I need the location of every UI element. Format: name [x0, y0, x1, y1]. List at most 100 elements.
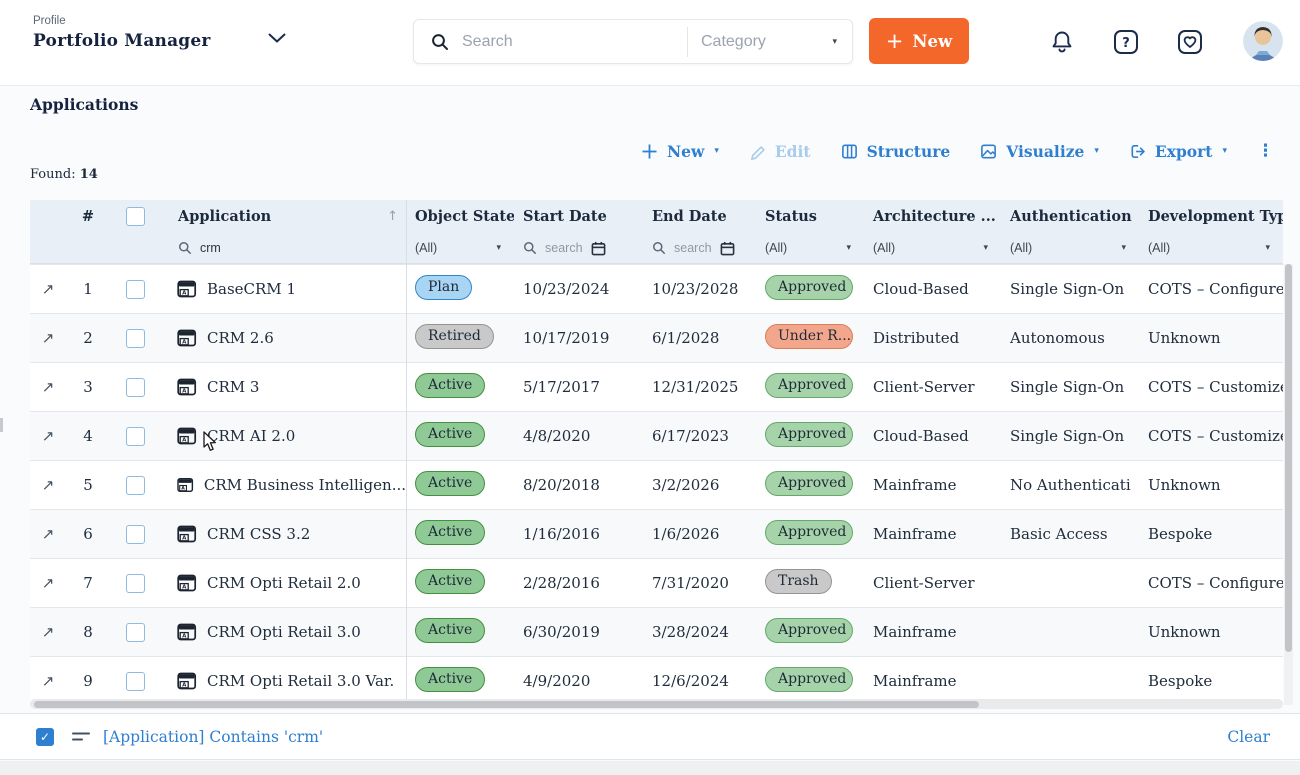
- user-avatar[interactable]: [1243, 21, 1283, 61]
- application-cell[interactable]: A CRM Opti Retail 3.0: [160, 623, 406, 641]
- application-cell[interactable]: A CRM AI 2.0: [160, 427, 406, 445]
- active-filter-text[interactable]: [Application] Contains 'crm': [103, 728, 323, 746]
- clear-filter-button[interactable]: Clear: [1227, 728, 1270, 746]
- table-row[interactable]: ↗ 8 A CRM Opti Retail 3.0 Active 6/30/20…: [30, 607, 1283, 656]
- toolbar-visualize-button[interactable]: Visualize ▾: [980, 142, 1099, 161]
- table-row[interactable]: ↗ 5 A CRM Business Intelligen... Active …: [30, 460, 1283, 509]
- col-development-type[interactable]: Development Type: [1139, 208, 1283, 225]
- calendar-icon[interactable]: [720, 241, 735, 256]
- row-checkbox[interactable]: [126, 378, 145, 397]
- col-start-date[interactable]: Start Date: [514, 208, 643, 225]
- filter-active-checkbox[interactable]: ✓: [36, 728, 54, 746]
- open-object-arrow-icon[interactable]: ↗: [30, 280, 66, 298]
- application-cell[interactable]: A CRM 2.6: [160, 329, 406, 347]
- svg-text:A: A: [182, 340, 187, 346]
- col-object-state[interactable]: Object State: [406, 208, 514, 225]
- horizontal-scrollbar-thumb[interactable]: [34, 701, 979, 708]
- global-search-bar[interactable]: Search Category ▾: [413, 19, 853, 64]
- row-checkbox[interactable]: [126, 329, 145, 348]
- authentication-filter-select[interactable]: (All) ▾: [1001, 241, 1139, 255]
- toolbar-edit-button[interactable]: Edit: [749, 142, 811, 161]
- row-checkbox[interactable]: [126, 427, 145, 446]
- category-dropdown[interactable]: Category ▾: [688, 20, 852, 63]
- table-row[interactable]: ↗ 1 A BaseCRM 1 Plan 10/23/2024 10/23/20…: [30, 264, 1283, 313]
- application-cell[interactable]: A CRM Opti Retail 2.0: [160, 574, 406, 592]
- application-icon: A: [177, 427, 197, 445]
- vertical-scrollbar-thumb[interactable]: [1285, 264, 1292, 652]
- table-row[interactable]: ↗ 9 A CRM Opti Retail 3.0 Var. Active 4/…: [30, 656, 1283, 705]
- status-cell: Approved: [756, 373, 864, 402]
- notifications-bell-icon[interactable]: [1048, 28, 1076, 56]
- row-checkbox[interactable]: [126, 672, 145, 691]
- col-end-date[interactable]: End Date: [643, 208, 756, 225]
- application-cell[interactable]: A CRM 3: [160, 378, 406, 396]
- open-object-arrow-icon[interactable]: ↗: [30, 672, 66, 690]
- active-filter-bar: ✓ [Application] Contains 'crm' Clear: [0, 713, 1300, 760]
- application-cell[interactable]: A CRM CSS 3.2: [160, 525, 406, 543]
- sort-ascending-icon[interactable]: ↑: [387, 209, 398, 224]
- filter-all-label: (All): [1148, 241, 1170, 255]
- object-state-cell: Plan: [406, 275, 514, 304]
- status-cell: Approved: [756, 667, 864, 696]
- export-icon: [1129, 143, 1146, 160]
- frozen-column-divider: [406, 200, 407, 705]
- help-icon[interactable]: ?: [1112, 28, 1140, 56]
- open-object-arrow-icon[interactable]: ↗: [30, 525, 66, 543]
- development-type-filter-select[interactable]: (All) ▾: [1139, 241, 1283, 255]
- open-object-arrow-icon[interactable]: ↗: [30, 427, 66, 445]
- horizontal-scrollbar[interactable]: [30, 699, 1283, 709]
- row-checkbox[interactable]: [126, 623, 145, 642]
- row-checkbox[interactable]: [126, 574, 145, 593]
- table-row[interactable]: ↗ 2 A CRM 2.6 Retired 10/17/2019 6/1/202…: [30, 313, 1283, 362]
- col-status[interactable]: Status: [756, 208, 864, 225]
- development-type-cell: Bespoke: [1139, 525, 1283, 543]
- col-authentication[interactable]: Authentication: [1001, 208, 1139, 225]
- chevron-down-icon[interactable]: [268, 33, 286, 44]
- toolbar-export-button[interactable]: Export ▾: [1129, 142, 1227, 161]
- open-object-arrow-icon[interactable]: ↗: [30, 476, 66, 494]
- row-checkbox[interactable]: [126, 525, 145, 544]
- table-row[interactable]: ↗ 4 A CRM AI 2.0 Active 4/8/2020 6/17/20…: [30, 411, 1283, 460]
- architecture-filter-select[interactable]: (All) ▾: [864, 241, 1001, 255]
- table-row[interactable]: ↗ 3 A CRM 3 Active 5/17/2017 12/31/2025 …: [30, 362, 1283, 411]
- object-state-filter-select[interactable]: (All) ▾: [406, 241, 514, 255]
- svg-text:A: A: [182, 438, 187, 444]
- open-object-arrow-icon[interactable]: ↗: [30, 574, 66, 592]
- svg-text:A: A: [182, 634, 187, 640]
- profile-selector[interactable]: Profile Portfolio Manager: [33, 15, 211, 51]
- table-row[interactable]: ↗ 6 A CRM CSS 3.2 Active 1/16/2016 1/6/2…: [30, 509, 1283, 558]
- more-actions-kebab-icon[interactable]: ⋮: [1257, 141, 1274, 161]
- col-architecture[interactable]: Architecture ...: [864, 208, 1001, 225]
- application-cell[interactable]: A CRM Opti Retail 3.0 Var.: [160, 672, 406, 690]
- search-field[interactable]: Search: [414, 33, 687, 51]
- toolbar-structure-button[interactable]: Structure: [841, 142, 951, 161]
- open-object-arrow-icon[interactable]: ↗: [30, 329, 66, 347]
- row-checkbox-cell: [110, 427, 160, 446]
- end-date-filter-input[interactable]: search: [643, 241, 756, 256]
- col-application[interactable]: Application ↑: [160, 208, 406, 225]
- application-icon: A: [177, 378, 197, 396]
- start-date-filter-input[interactable]: search: [514, 241, 643, 256]
- toolbar-new-button[interactable]: New ▾: [641, 142, 719, 161]
- new-button[interactable]: + New: [869, 18, 969, 64]
- vertical-scrollbar[interactable]: [1284, 264, 1293, 705]
- status-filter-select[interactable]: (All) ▾: [756, 241, 864, 255]
- toolbar-visualize-label: Visualize: [1006, 142, 1084, 161]
- calendar-icon[interactable]: [591, 241, 606, 256]
- application-cell[interactable]: A CRM Business Intelligen...: [160, 476, 406, 494]
- object-state-pill: Active: [415, 471, 485, 496]
- chevron-down-icon: ▾: [496, 243, 501, 253]
- plus-icon: +: [886, 31, 904, 52]
- select-all-checkbox[interactable]: [126, 207, 145, 226]
- favorites-heart-icon[interactable]: [1176, 28, 1204, 56]
- col-select: [110, 207, 160, 226]
- table-row[interactable]: ↗ 7 A CRM Opti Retail 2.0 Active 2/28/20…: [30, 558, 1283, 607]
- open-object-arrow-icon[interactable]: ↗: [30, 378, 66, 396]
- open-object-arrow-icon[interactable]: ↗: [30, 623, 66, 641]
- row-checkbox[interactable]: [126, 476, 145, 495]
- row-checkbox[interactable]: [126, 280, 145, 299]
- chevron-down-icon: ▾: [846, 243, 851, 253]
- application-cell[interactable]: A BaseCRM 1: [160, 280, 406, 298]
- end-date-cell: 7/31/2020: [643, 574, 756, 592]
- application-filter-input[interactable]: crm: [160, 241, 406, 255]
